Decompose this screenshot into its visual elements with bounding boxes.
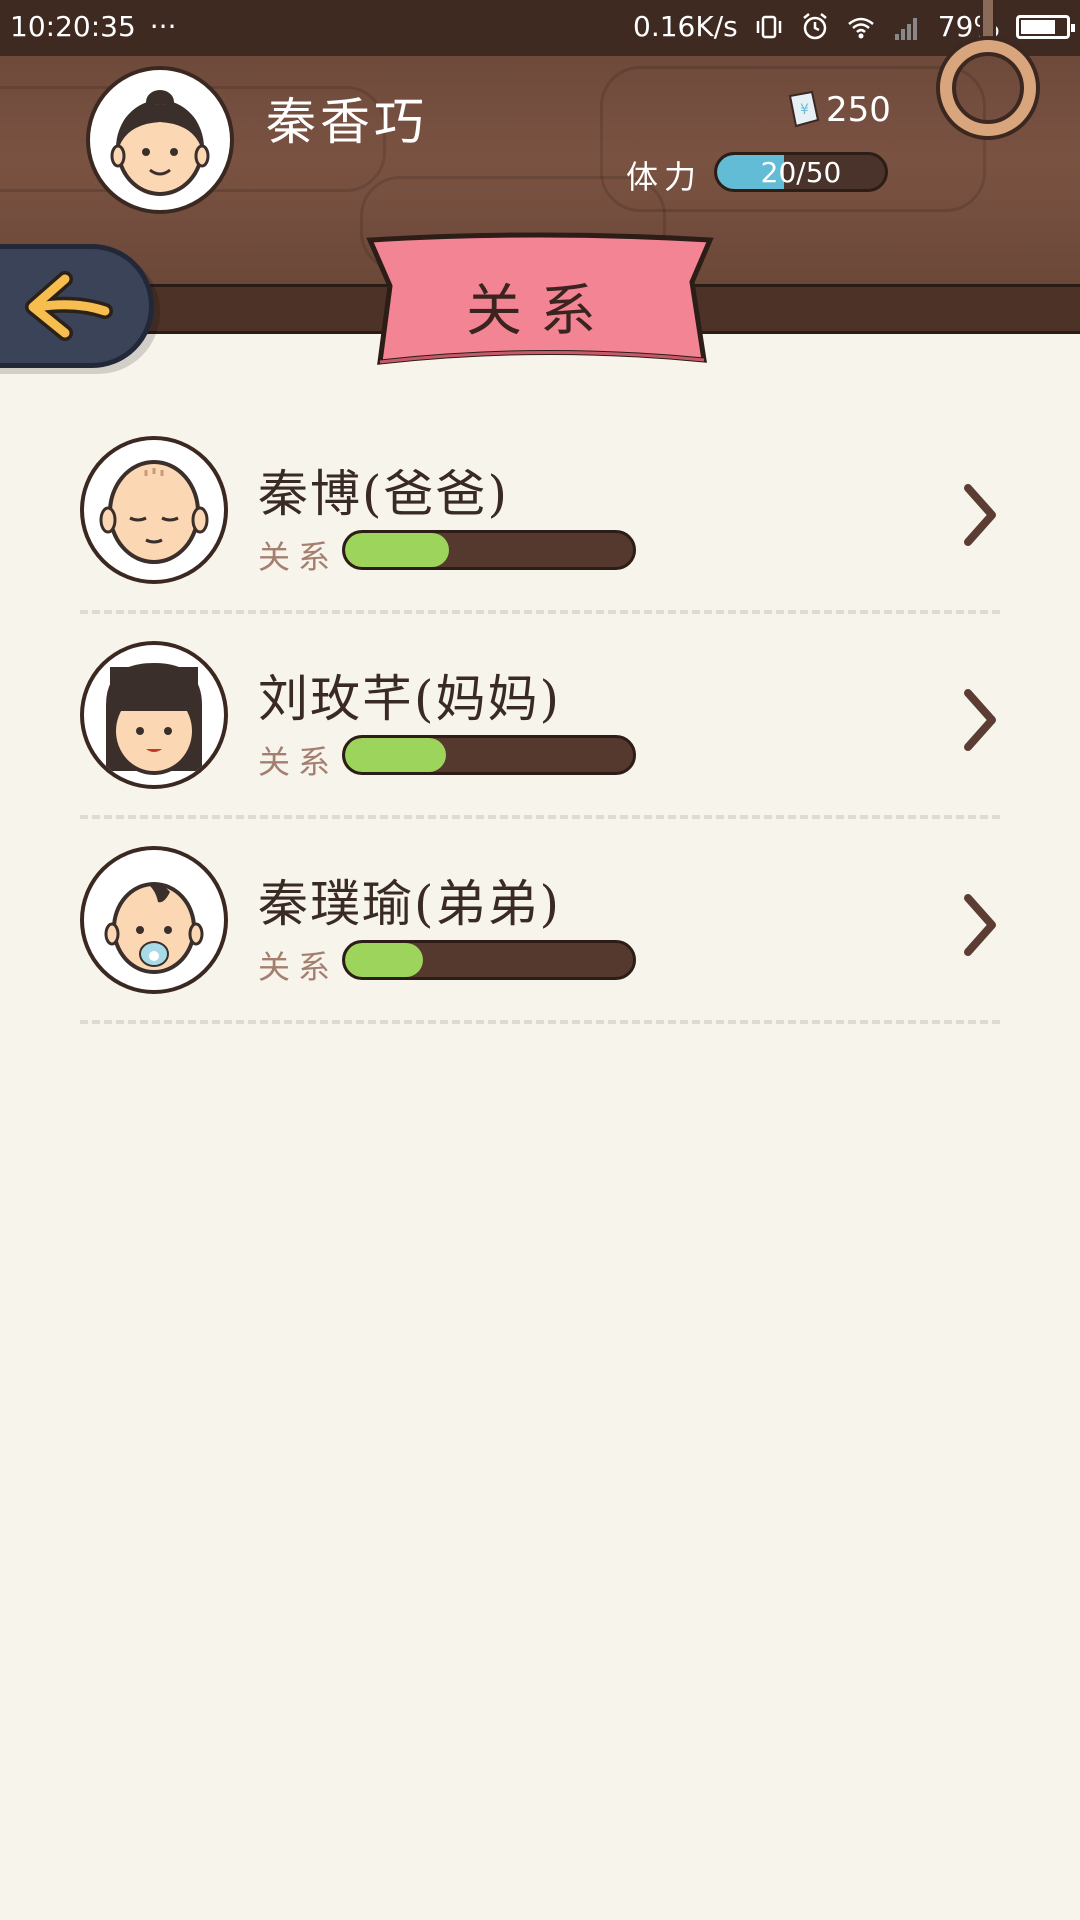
battery-fill — [1021, 19, 1055, 34]
status-left: 10:20:35 ··· — [10, 10, 176, 43]
relation-bar-fill — [345, 738, 446, 772]
woman-face-icon — [106, 663, 202, 775]
relation-bar-fill — [345, 533, 449, 567]
wifi-icon — [847, 17, 874, 38]
divider — [80, 610, 1000, 614]
back-arrow-icon — [25, 271, 113, 341]
player-name: 秦香巧 — [266, 93, 428, 151]
relation-label: 关系 — [258, 743, 339, 781]
alarm-icon — [802, 12, 827, 39]
signal-icon — [894, 17, 917, 40]
battery-icon — [1016, 14, 1075, 39]
stamina-text: 20/50 — [760, 156, 842, 189]
relation-bar — [342, 940, 636, 980]
brother-avatar — [80, 846, 228, 994]
mother-avatar — [80, 641, 228, 789]
network-speed: 0.16K/s — [633, 10, 738, 43]
divider — [80, 815, 1000, 819]
bald-face-icon — [99, 460, 209, 564]
banknote-icon: ¥ — [788, 90, 820, 128]
relation-bar-fill — [345, 943, 423, 977]
status-more: ··· — [149, 10, 177, 43]
pull-ring-button[interactable] — [940, 40, 1036, 136]
status-right: 0.16K/s 79% — [633, 10, 1075, 43]
relation-row-brother[interactable]: 秦璞瑜(弟弟) 关系 — [80, 846, 1000, 1051]
divider — [80, 1020, 1000, 1024]
back-button[interactable] — [0, 244, 154, 368]
relation-name: 刘玫芊(妈妈) — [258, 670, 562, 728]
baby-face-icon — [104, 882, 204, 974]
status-bar: 10:20:35 ··· 0.16K/s 79% — [0, 0, 1080, 56]
relation-bar — [342, 530, 636, 570]
relation-label: 关系 — [258, 948, 339, 986]
stamina-label: 体力 — [626, 158, 703, 196]
chevron-right-icon[interactable] — [960, 480, 1000, 550]
relation-bar — [342, 735, 636, 775]
relation-label: 关系 — [258, 538, 339, 576]
money-amount: 250 — [826, 90, 891, 130]
relation-name: 秦博(爸爸) — [258, 465, 510, 523]
girl-face-icon — [110, 90, 210, 196]
chevron-right-icon[interactable] — [960, 685, 1000, 755]
stamina-bar: 20/50 — [714, 152, 888, 192]
father-avatar — [80, 436, 228, 584]
relation-row-mother[interactable]: 刘玫芊(妈妈) 关系 — [80, 641, 1000, 846]
relation-row-father[interactable]: 秦博(爸爸) 关系 — [80, 436, 1000, 641]
player-avatar[interactable] — [86, 66, 234, 214]
vibrate-icon — [756, 15, 782, 38]
relation-name: 秦璞瑜(弟弟) — [258, 875, 562, 933]
page-title: 关系 — [466, 279, 614, 344]
status-time: 10:20:35 — [10, 10, 136, 43]
relations-list: 秦博(爸爸) 关系 刘玫芊(妈妈) 关系 秦璞瑜(弟弟) 关系 — [80, 436, 1000, 1051]
svg-text:¥: ¥ — [800, 102, 809, 118]
money-display: ¥ 250 — [786, 90, 891, 130]
chevron-right-icon[interactable] — [960, 890, 1000, 960]
